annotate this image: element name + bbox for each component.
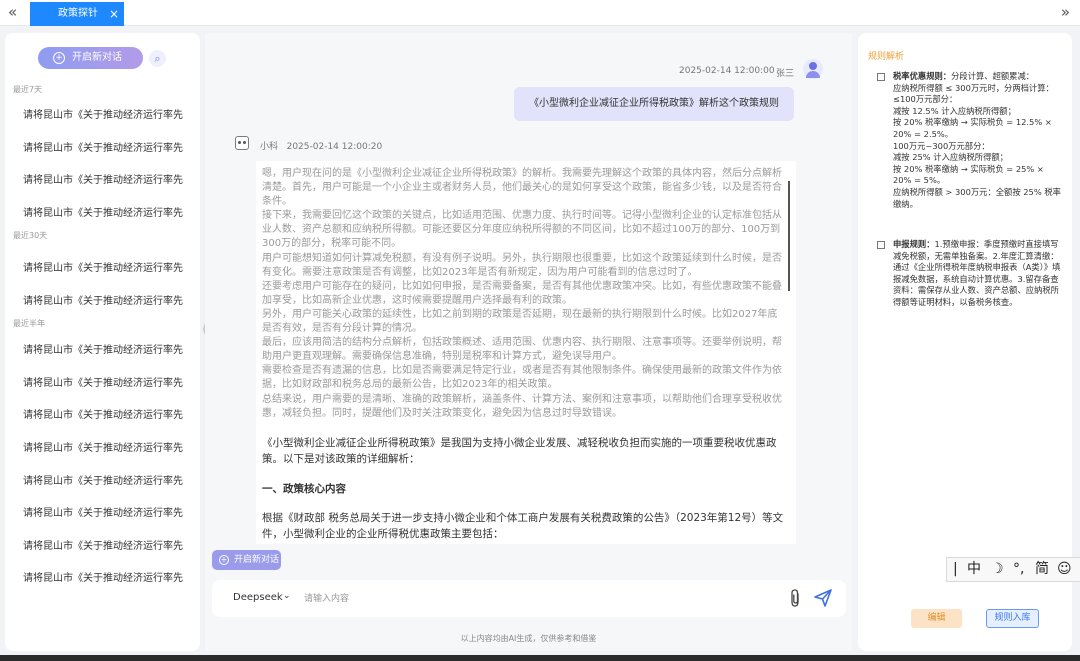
save-rules-button[interactable]: 规则入库	[986, 609, 1039, 628]
taskbar	[0, 655, 1080, 661]
robot-eye	[238, 141, 241, 144]
rule-line: 按 20% 税率缴纳 → 实际税负 = 25% × 20% = 5%。	[893, 163, 1044, 186]
ime-toolbar: | 中 ☽ °, 简 ☺	[946, 557, 1080, 582]
send-icon[interactable]	[813, 588, 833, 608]
thinking-paragraph: 需要检查是否有遗漏的信息，比如是否需要满足特定行业，或者是否有其他限制条件。确保…	[262, 365, 782, 391]
ime-punctuation-toggle[interactable]: °,	[1013, 558, 1024, 581]
new-chat-label: 开启新对话	[72, 52, 122, 63]
thinking-paragraph: 接下来，我需要回忆这个政策的关键点，比如适用范围、优惠力度、执行时间等。记得小型…	[262, 210, 782, 250]
tab-bar: « 政策探针 × »	[0, 0, 1080, 26]
history-item[interactable]: 请将昆山市《关于推动经济运行率先	[23, 106, 183, 121]
user-message-time: 2025-02-14 12:00:00	[679, 66, 775, 76]
history-section-label: 最近半年	[13, 319, 45, 328]
history-item[interactable]: 请将昆山市《关于推动经济运行率先	[23, 139, 183, 154]
rule-checkbox[interactable]	[877, 241, 885, 249]
plus-chat-icon: +	[219, 555, 229, 565]
history-section-label: 最近30天	[13, 231, 48, 240]
rule-title: 税率优惠规则：	[893, 71, 952, 81]
new-chat-chip[interactable]: + 开启新对话	[212, 550, 281, 570]
tab-label: 政策探针	[58, 8, 98, 19]
edit-button[interactable]: 编辑	[911, 609, 962, 628]
paperclip-icon[interactable]	[788, 588, 802, 608]
rule-line: 1.预缴申报：季度预缴时直接填写减免税额，无需单独备案。2.年度汇算清缴：通过《…	[893, 239, 1061, 307]
rule-text: 申报规则：1.预缴申报：季度预缴时直接填写减免税额，无需单独备案。2.年度汇算清…	[893, 239, 1061, 309]
rule-item: 税率优惠规则：分段计算、超额累减： 应纳税所得额 ≤ 300万元时，分两档计算：…	[877, 71, 1061, 210]
thinking-paragraph: 还要考虑用户可能存在的疑问，比如如何申报，是否需要备案，是否有其他优惠政策冲突。…	[262, 280, 782, 306]
rule-line: 按 20% 税率缴纳 → 实际税负 = 12.5% × 20% = 2.5%。	[893, 117, 1052, 139]
history-item[interactable]: 请将昆山市《关于推动经济运行率先	[23, 406, 183, 421]
robot-icon	[235, 136, 249, 150]
bot-answer: 嗯，用户现在问的是《小型微利企业减征企业所得税政策》的解析。我需要先理解这个政策…	[256, 161, 796, 544]
rules-panel-title: 规则解析	[868, 52, 905, 62]
rule-line: ≤100万元部分：	[893, 94, 958, 105]
chat-input-bar: Deepseek ⌄	[212, 580, 846, 617]
history-item[interactable]: 请将昆山市《关于推动经济运行率先	[23, 439, 183, 454]
history-item[interactable]: 请将昆山市《关于推动经济运行率先	[23, 341, 183, 356]
tab-policy-probe[interactable]: 政策探针 ×	[30, 2, 124, 26]
chat-panel: 2025-02-14 12:00:00 张三 《小型微利企业减征企业所得税政策》…	[205, 33, 852, 651]
history-item[interactable]: 请将昆山市《关于推动经济运行率先	[23, 504, 183, 519]
history-item[interactable]: 请将昆山市《关于推动经济运行率先	[23, 259, 183, 274]
response-paragraph: 根据《财政部 税务总局关于进一步支持小微企业和个体工商户发展有关税费政策的公告》…	[262, 511, 784, 540]
emoji-icon[interactable]: ☺	[1057, 558, 1072, 581]
message-input[interactable]	[304, 590, 764, 608]
rule-line: 应纳税所得额 > 300万元：全额按 25% 税率缴纳。	[893, 186, 1061, 209]
thinking-paragraph: 最后，应该用简洁的结构分点解析，包括政策概述、适用范围、优惠内容、执行期限、注意…	[262, 337, 782, 363]
history-item[interactable]: 请将昆山市《关于推动经济运行率先	[23, 537, 183, 552]
rule-text: 税率优惠规则：分段计算、超额累减： 应纳税所得额 ≤ 300万元时，分两档计算：…	[893, 71, 1061, 210]
ime-mode-toggle[interactable]: 中	[967, 558, 981, 581]
rule-line: 减按 25% 计入应纳税所得额；	[893, 152, 1008, 163]
tab-scroll-left-icon[interactable]: «	[8, 3, 17, 21]
moon-icon[interactable]: ☽	[991, 558, 1004, 581]
rule-line: 100万元~300万元部分：	[893, 140, 990, 151]
close-icon[interactable]: ×	[109, 2, 119, 26]
rule-line: 应纳税所得额 ≤ 300万元时，分两档计算：	[893, 82, 1054, 93]
history-sidebar: + 开启新对话 ⌕ 最近7天 请将昆山市《关于推动经济运行率先 请将昆山市《关于…	[5, 33, 200, 651]
bot-message-meta: 小科 2025-02-14 12:00:20	[260, 139, 382, 152]
history-item[interactable]: 请将昆山市《关于推动经济运行率先	[23, 204, 183, 219]
user-avatar-icon	[809, 62, 817, 70]
user-avatar-body	[806, 71, 820, 78]
thinking-paragraph: 总结来说，用户需要的是清晰、准确的政策解析，涵盖条件、计算方法、案例和注意事项，…	[262, 393, 782, 419]
tab-scroll-right-icon[interactable]: »	[1061, 3, 1070, 21]
rule-title: 申报规则：	[893, 239, 935, 249]
response-heading: 一、政策核心内容	[262, 482, 346, 495]
bot-time: 2025-02-14 12:00:20	[286, 142, 383, 152]
response-intro: 《小型微利企业减征企业所得税政策》是我国为支持小微企业发展、减轻税收负担而实施的…	[262, 436, 777, 465]
history-section-label: 最近7天	[13, 85, 43, 94]
model-select[interactable]: Deepseek	[233, 592, 283, 603]
history-item[interactable]: 请将昆山市《关于推动经济运行率先	[23, 292, 183, 307]
history-item[interactable]: 请将昆山市《关于推动经济运行率先	[23, 472, 183, 487]
thinking-paragraph: 嗯，用户现在问的是《小型微利企业减征企业所得税政策》的解析。我需要先理解这个政策…	[262, 168, 782, 208]
history-item[interactable]: 请将昆山市《关于推动经济运行率先	[23, 374, 183, 389]
bot-name: 小科	[260, 142, 279, 152]
robot-eye	[243, 141, 246, 144]
user-name: 张三	[776, 69, 795, 79]
user-message-bubble: 《小型微利企业减征企业所得税政策》解析这个政策规则	[514, 87, 794, 121]
history-item[interactable]: 请将昆山市《关于推动经济运行率先	[23, 171, 183, 186]
avatar	[803, 59, 823, 79]
chevron-down-icon[interactable]: ⌄	[283, 591, 291, 601]
thinking-paragraph: 用户可能想知道如何计算减免税额，有没有例子说明。另外，执行期限也很重要，比如这个…	[262, 252, 782, 278]
search-icon[interactable]: ⌕	[149, 50, 166, 67]
rule-line: 分段计算、超额累减：	[951, 71, 1035, 81]
ime-variant-toggle[interactable]: 简	[1035, 558, 1049, 581]
ai-disclaimer: 以上内容均由AI生成，仅供参考和借鉴	[460, 634, 597, 643]
plus-chat-icon: +	[53, 52, 65, 64]
rule-checkbox[interactable]	[877, 73, 885, 81]
rule-line: 减按 12.5% 计入应纳税所得额；	[893, 105, 1016, 116]
ime-cursor: |	[953, 561, 958, 577]
thinking-scrollbar[interactable]	[788, 181, 790, 291]
new-chat-button[interactable]: + 开启新对话	[38, 47, 143, 69]
thinking-paragraph: 另外，用户可能关心政策的延续性，比如之前到期的政策是否延期，现在最新的执行期限到…	[262, 308, 778, 335]
rule-item: 申报规则：1.预缴申报：季度预缴时直接填写减免税额，无需单独备案。2.年度汇算清…	[877, 239, 1061, 309]
history-item[interactable]: 请将昆山市《关于推动经济运行率先	[23, 569, 183, 584]
new-chat-chip-label: 开启新对话	[234, 555, 280, 565]
